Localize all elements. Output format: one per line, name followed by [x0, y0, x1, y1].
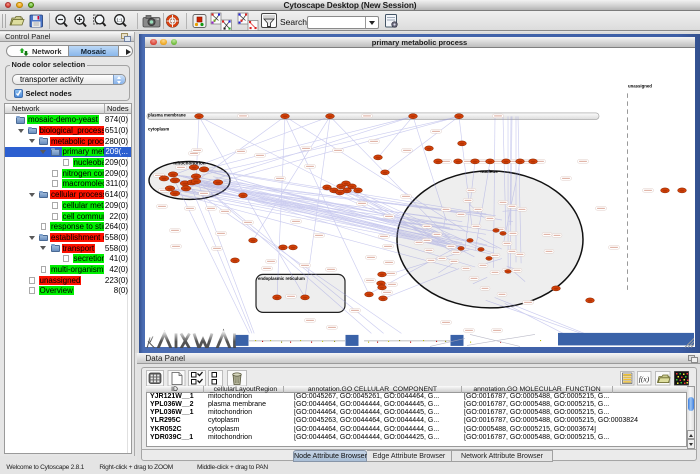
svg-text:f(x): f(x) — [639, 375, 650, 384]
svg-text:cytoplasm: cytoplasm — [148, 126, 169, 131]
svg-text:1:1: 1:1 — [116, 18, 123, 23]
svg-text:unassigned: unassigned — [628, 83, 652, 88]
svg-text:plasma membrane: plasma membrane — [148, 112, 186, 117]
svg-text:mitochondrion: mitochondrion — [173, 160, 205, 165]
svg-text:nucleus: nucleus — [480, 169, 498, 174]
svg-text:endoplasmic reticulum: endoplasmic reticulum — [258, 276, 305, 281]
